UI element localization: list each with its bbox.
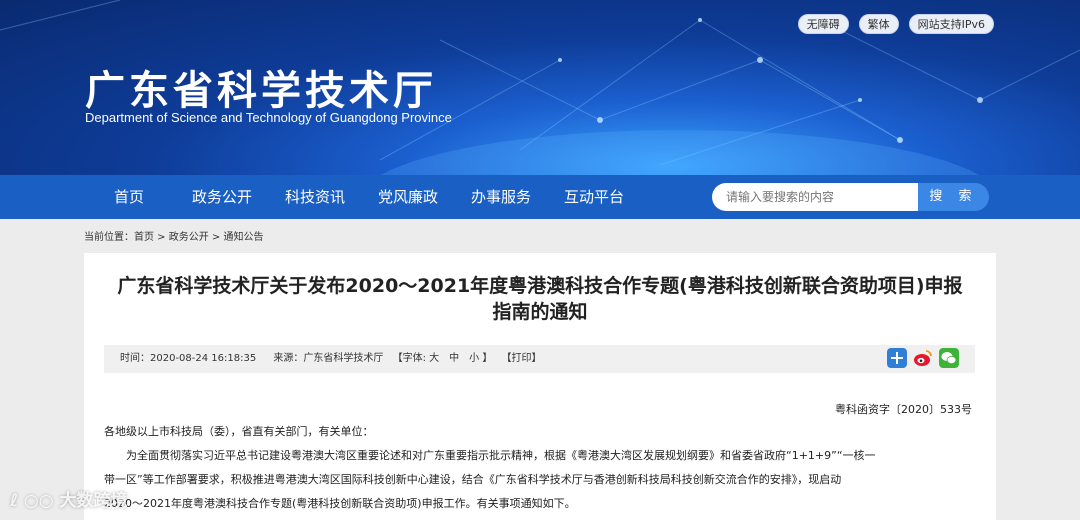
nav-item-interaction[interactable]: 互动平台 [564,175,624,219]
watermark-text: 大数跨境 [59,491,128,511]
nav-item-sci-news[interactable]: 科技资讯 [285,175,345,219]
document-number: 粤科函资字〔2020〕533号 [835,403,972,416]
weibo-icon[interactable] [913,348,933,368]
addressee: 各地级以上市科技局（委），省直有关部门，有关单位： [104,425,374,438]
paragraph-line: 2020～2021年度粤港澳科技合作专题(粤港科技创新联合资助项)申报工作。有关… [104,497,576,510]
share-plus-icon[interactable] [887,348,907,368]
breadcrumb: 当前位置：首页 > 政务公开 > 通知公告 [84,232,264,243]
watermark-logo: ℓ ○○ 大数跨境 [10,486,128,511]
site-subtitle: Department of Science and Technology of … [85,110,452,125]
article-title-line1: 广东省科学技术厅关于发布2020～2021年度粤港澳科技合作专题(粤港科技创新联… [117,275,963,297]
site-title: 广东省科学技术厅 [85,68,437,114]
main-nav: 首页 政务公开 科技资讯 党风廉政 办事服务 互动平台 搜 索 [0,175,1080,219]
nav-item-home[interactable]: 首页 [114,175,144,219]
paragraph-line: 为全面贯彻落实习近平总书记建设粤港澳大湾区重要论述和对广东重要指示批示精神，根据… [126,449,876,462]
top-buttons: 无障碍 繁体 网站支持IPv6 [797,14,994,34]
search-button[interactable]: 搜 索 [918,183,989,211]
watermark-icon: ℓ ○○ [10,491,54,511]
traditional-chinese-button[interactable]: 繁体 [858,14,899,34]
meta-source: 来源：广东省科学技术厅 [273,353,384,364]
meta-time: 时间：2020-08-24 16:18:35 [120,353,257,364]
paragraph-line: 带一区”等工作部署要求，积极推进粤港澳大湾区国际科技创新中心建设，结合《广东省科… [104,473,842,486]
article-meta-bar: 时间：2020-08-24 16:18:35 来源：广东省科学技术厅 【字体: … [104,345,975,373]
search-input[interactable] [712,183,918,211]
accessibility-button[interactable]: 无障碍 [797,14,849,34]
print-link[interactable]: 【打印】 [502,353,542,364]
article-title-line2: 指南的通知 [492,301,588,323]
article-card: 广东省科学技术厅关于发布2020～2021年度粤港澳科技合作专题(粤港科技创新联… [84,253,996,520]
nav-item-integrity[interactable]: 党风廉政 [378,175,438,219]
font-size-selector[interactable]: 【字体: 大 中 小 】 [393,353,493,364]
article-title: 广东省科学技术厅关于发布2020～2021年度粤港澳科技合作专题(粤港科技创新联… [84,273,996,325]
wechat-icon[interactable] [939,348,959,368]
ipv6-badge: 网站支持IPv6 [908,14,994,34]
nav-item-services[interactable]: 办事服务 [471,175,531,219]
header-banner: 广东省科学技术厅 Department of Science and Techn… [0,0,1080,175]
nav-item-gov-affairs[interactable]: 政务公开 [192,175,252,219]
